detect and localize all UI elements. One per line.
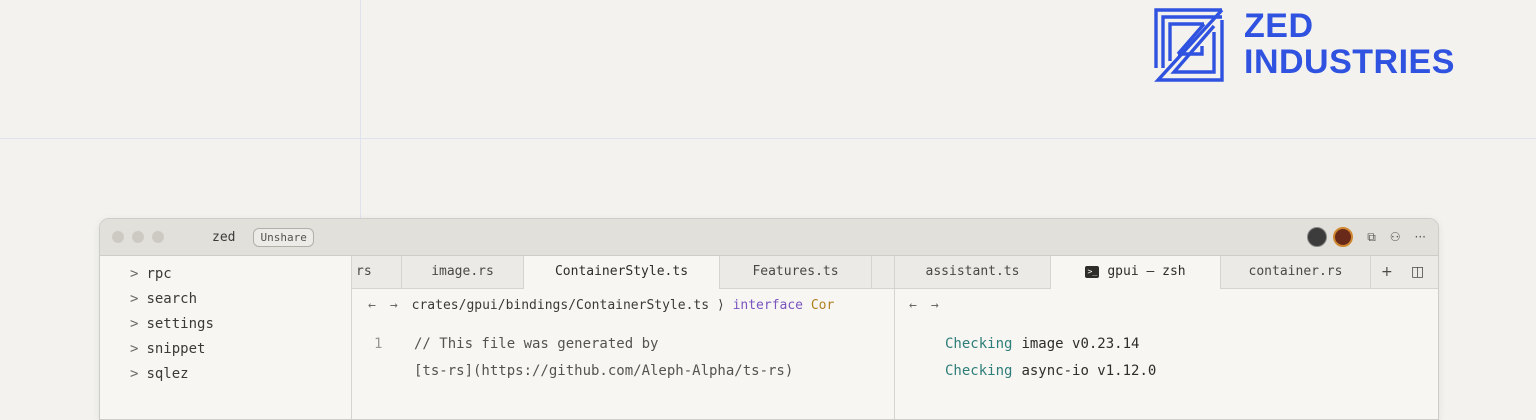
tab-containerstyle-ts[interactable]: ContainerStyle.ts (524, 256, 720, 289)
tree-item-label: snippet (146, 341, 206, 357)
breadcrumb-symbol[interactable]: Cor (811, 298, 834, 313)
terminal-keyword: Checking (945, 363, 1013, 379)
logo-line-1: ZED (1244, 7, 1314, 45)
terminal-keyword: Checking (945, 336, 1013, 352)
tab-bar-left: rs image.rs ContainerStyle.ts Features.t… (352, 256, 894, 289)
split-pane-icon[interactable]: ◫ (1411, 256, 1424, 288)
tab-gpui-zsh[interactable]: >_ gpui — zsh (1051, 256, 1221, 289)
tree-item-rpc[interactable]: > rpc (130, 266, 172, 282)
terminal-line: Checking image v0.23.14 (945, 336, 1139, 352)
close-window-button[interactable] (112, 231, 124, 243)
breadcrumb-separator: ⟩ (716, 298, 725, 313)
tab-image-rs[interactable]: image.rs (402, 256, 524, 288)
title-bar: zed Unshare ⧉ ⚇ ··· (100, 219, 1438, 256)
tree-item-label: search (146, 291, 198, 307)
nav-forward-icon[interactable]: → (931, 298, 939, 313)
breadcrumb: ← → crates/gpui/bindings/ContainerStyle.ts… (368, 298, 834, 313)
code-text: [ts-rs](https://github.com/Aleph-Alpha/t… (414, 363, 794, 379)
screen-share-icon[interactable]: ⧉ (1367, 230, 1376, 245)
code-text: // This file was generated by (414, 336, 659, 352)
tree-item-settings[interactable]: > settings (130, 316, 214, 332)
background-grid-line-horizontal (0, 138, 1536, 139)
editor-pane-left: rs image.rs ContainerStyle.ts Features.t… (352, 256, 895, 419)
code-line[interactable]: 1 // This file was generated by (374, 336, 658, 352)
chevron-right-icon: > (130, 341, 139, 357)
line-number: 1 (374, 336, 383, 352)
chevron-right-icon: > (130, 266, 139, 282)
logo-line-2: INDUSTRIES (1244, 43, 1455, 81)
nav-back-icon[interactable]: ← (909, 298, 917, 313)
chevron-right-icon: > (130, 366, 139, 382)
logo-wordmark: ZED INDUSTRIES (1244, 8, 1455, 80)
tree-item-label: sqlez (146, 366, 189, 382)
add-tab-icon[interactable]: + (1381, 256, 1393, 288)
project-name[interactable]: zed (212, 230, 235, 245)
zed-logo-mark-icon (1154, 8, 1224, 82)
zed-editor-window: zed Unshare ⧉ ⚇ ··· > rpc > search > settin… (99, 218, 1439, 420)
window-controls (112, 231, 172, 243)
collaborator-avatar[interactable] (1307, 227, 1328, 247)
terminal-icon: >_ (1085, 265, 1100, 278)
current-user-avatar[interactable] (1333, 227, 1354, 247)
code-line[interactable]: [ts-rs](https://github.com/Aleph-Alpha/t… (374, 363, 793, 379)
terminal-line: Checking async-io v1.12.0 (945, 363, 1156, 379)
tab-bar-right: assistant.ts >_ gpui — zsh container.rs +… (895, 256, 1438, 289)
breadcrumb-keyword[interactable]: interface (733, 298, 803, 313)
nav-back-icon[interactable]: ← (368, 298, 376, 313)
tree-item-snippet[interactable]: > snippet (130, 341, 205, 357)
tree-item-label: settings (146, 316, 214, 332)
project-panel: > rpc > search > settings > snippet > sqlez (100, 256, 352, 419)
add-collaborator-icon[interactable]: ⚇ (1390, 230, 1401, 244)
editor-pane-right: assistant.ts >_ gpui — zsh container.rs +… (895, 256, 1438, 419)
tree-item-search[interactable]: > search (130, 291, 197, 307)
tab-assistant-ts[interactable]: assistant.ts (895, 256, 1051, 288)
tab-rs[interactable]: rs (352, 256, 402, 288)
tree-item-label: rpc (146, 266, 172, 282)
terminal-nav: ← → (909, 298, 953, 313)
unshare-button[interactable]: Unshare (253, 227, 314, 247)
terminal-text: async-io v1.12.0 (1021, 363, 1157, 379)
maximize-window-button[interactable] (152, 231, 164, 243)
minimize-window-button[interactable] (132, 231, 144, 243)
titlebar-right-controls: ⧉ ⚇ ··· (1301, 227, 1426, 247)
chevron-right-icon: > (130, 291, 139, 307)
tab-container-rs[interactable]: container.rs (1221, 256, 1371, 288)
terminal-text: image v0.23.14 (1021, 336, 1140, 352)
breadcrumb-path[interactable]: crates/gpui/bindings/ContainerStyle.ts (412, 298, 709, 313)
tab-features-ts[interactable]: Features.ts (720, 256, 872, 288)
tab-label: gpui — zsh (1107, 264, 1186, 279)
tree-item-sqlez[interactable]: > sqlez (130, 366, 189, 382)
more-icon[interactable]: ··· (1415, 230, 1426, 244)
chevron-right-icon: > (130, 316, 139, 332)
zed-industries-logo: ZED INDUSTRIES (1152, 6, 1455, 82)
nav-forward-icon[interactable]: → (390, 298, 398, 313)
